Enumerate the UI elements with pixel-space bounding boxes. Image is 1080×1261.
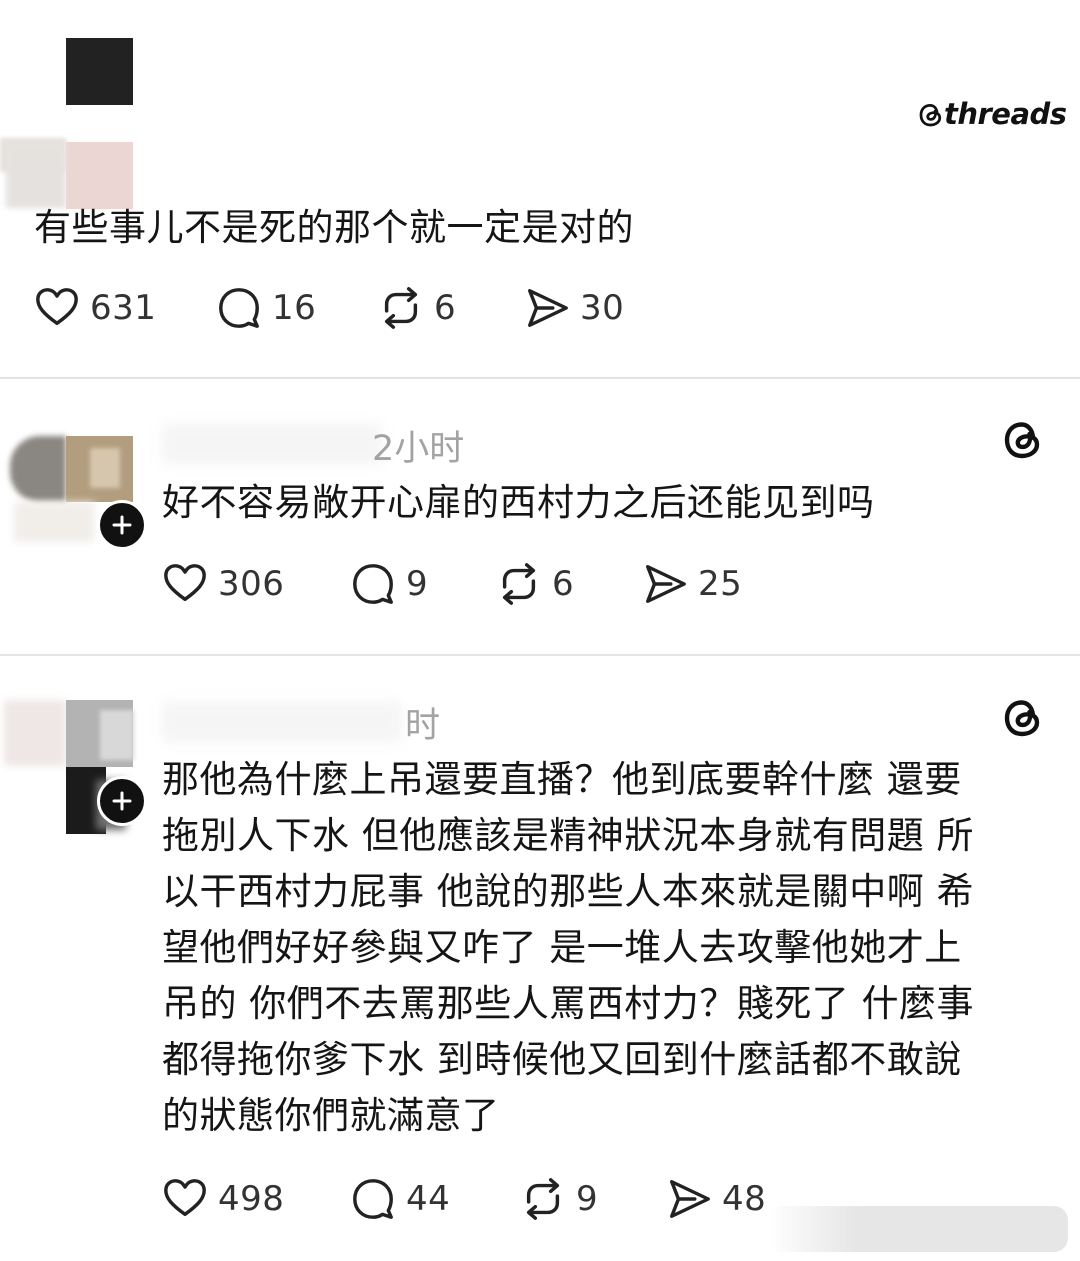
like-button[interactable]: 498 — [162, 1174, 284, 1224]
comment-count: 16 — [272, 288, 317, 328]
comment-button[interactable]: 16 — [216, 283, 316, 333]
repost-button[interactable]: 9 — [520, 1174, 598, 1224]
post-text-line: 那他為什麼上吊還要直播？他到底要幹什麼 還要 — [162, 758, 962, 801]
post-text-line: 都得拖你爹下水 到時候他又回到什麼話都不敢說 — [162, 1038, 962, 1081]
share-button[interactable]: 25 — [642, 559, 742, 609]
threads-logo-icon — [916, 100, 946, 130]
send-paper-plane-icon — [642, 561, 688, 607]
post-text: 好不容易敞开心扉的西村力之后还能见到吗 — [162, 481, 875, 524]
like-button[interactable]: 631 — [34, 283, 156, 333]
post-time: 时 — [405, 706, 441, 746]
comment-bubble-icon — [350, 561, 396, 607]
share-button[interactable]: 48 — [666, 1174, 766, 1224]
watermark-overlay — [768, 1206, 1068, 1252]
repost-button[interactable]: 6 — [378, 283, 456, 333]
comment-count: 9 — [406, 564, 429, 604]
like-count: 306 — [218, 564, 285, 604]
repost-count: 6 — [552, 564, 575, 604]
like-button[interactable]: 306 — [162, 559, 284, 609]
comment-button[interactable]: 9 — [350, 559, 428, 609]
post-text-line: 吊的 你們不去罵那些人罵西村力？賤死了 什麼事 — [162, 982, 975, 1025]
heart-icon — [34, 285, 80, 331]
repost-arrows-icon — [496, 561, 542, 607]
post-text: 有些事儿不是死的那个就一定是对的 — [34, 206, 634, 249]
send-paper-plane-icon — [666, 1176, 712, 1222]
heart-icon — [162, 561, 208, 607]
like-count: 498 — [218, 1179, 285, 1219]
divider — [0, 377, 1080, 379]
repost-count: 6 — [434, 288, 457, 328]
post-text-line: 拖別人下水 但他應該是精神狀況本身就有問題 所 — [162, 814, 975, 857]
heart-icon — [162, 1176, 208, 1222]
follow-button[interactable] — [97, 500, 147, 550]
divider — [0, 654, 1080, 656]
post-actions: 498 44 9 48 — [162, 1174, 862, 1224]
repost-count: 9 — [576, 1179, 599, 1219]
share-count: 30 — [580, 288, 625, 328]
post-text-line: 以干西村力屁事 他說的那些人本來就是關中啊 希 — [162, 870, 975, 913]
threads-wordmark: threads — [944, 97, 1067, 131]
share-button[interactable]: 30 — [524, 283, 624, 333]
post-actions: 631 16 6 30 — [34, 283, 734, 333]
avatar[interactable] — [0, 38, 134, 209]
post-text-line: 的狀態你們就滿意了 — [162, 1094, 500, 1137]
threads-logo-icon[interactable] — [999, 416, 1047, 464]
comment-bubble-icon — [350, 1176, 396, 1222]
repost-button[interactable]: 6 — [496, 559, 574, 609]
plus-icon — [112, 515, 132, 535]
post-time: 2小时 — [372, 429, 465, 469]
username-redacted — [162, 424, 382, 464]
comment-count: 44 — [406, 1179, 451, 1219]
post-actions: 306 9 6 25 — [162, 559, 862, 609]
plus-icon — [112, 791, 132, 811]
post-text-line: 望他們好好參與又咋了 是一堆人去攻擊他她才上 — [162, 926, 962, 969]
repost-arrows-icon — [520, 1176, 566, 1222]
comment-button[interactable]: 44 — [350, 1174, 450, 1224]
follow-button[interactable] — [97, 776, 147, 826]
like-count: 631 — [90, 288, 157, 328]
send-paper-plane-icon — [524, 285, 570, 331]
threads-logo-icon[interactable] — [999, 694, 1047, 742]
share-count: 48 — [722, 1179, 767, 1219]
username-redacted — [162, 702, 402, 742]
repost-arrows-icon — [378, 285, 424, 331]
share-count: 25 — [698, 564, 743, 604]
comment-bubble-icon — [216, 285, 262, 331]
